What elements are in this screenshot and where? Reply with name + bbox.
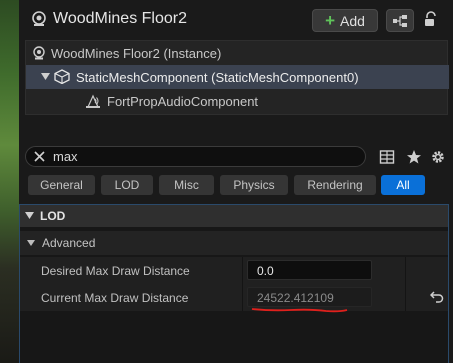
lock-icon[interactable] xyxy=(423,11,439,27)
details-header: WoodMines Floor2 + Add xyxy=(19,0,453,40)
tree-item-label: StaticMeshComponent (StaticMeshComponent… xyxy=(76,70,359,85)
property-row-desired-max-draw-distance: Desired Max Draw Distance 0.0 xyxy=(20,257,448,284)
actor-icon xyxy=(32,11,46,26)
search-input[interactable]: max xyxy=(25,146,366,167)
tab-label: Physics xyxy=(233,178,275,192)
tab-physics[interactable]: Physics xyxy=(220,175,288,195)
tab-general[interactable]: General xyxy=(28,175,95,195)
audio-component-icon xyxy=(86,94,100,108)
tab-rendering[interactable]: Rendering xyxy=(294,175,376,195)
current-max-draw-distance-value: 24522.412109 xyxy=(247,287,372,307)
column-divider xyxy=(242,257,243,284)
tab-label: Misc xyxy=(174,178,199,192)
tab-label: All xyxy=(396,178,410,192)
filter-tabs: General LOD Misc Physics Rendering All xyxy=(28,175,448,196)
triangle-down-icon xyxy=(27,240,35,246)
tree-item-instance[interactable]: WoodMines Floor2 (Instance) xyxy=(26,41,449,65)
property-name: Desired Max Draw Distance xyxy=(41,264,190,278)
tree-item-label: FortPropAudioComponent xyxy=(107,94,259,109)
viewport-background xyxy=(0,0,19,363)
column-divider xyxy=(405,284,406,311)
tab-misc[interactable]: Misc xyxy=(159,175,214,195)
triangle-down-icon xyxy=(25,212,34,219)
actor-icon xyxy=(33,46,45,60)
plus-icon: + xyxy=(325,11,335,30)
property-name: Current Max Draw Distance xyxy=(41,291,189,305)
subcategory-header-advanced[interactable]: Advanced xyxy=(20,231,448,255)
subcategory-label: Advanced xyxy=(42,236,96,250)
table-view-icon[interactable] xyxy=(379,149,395,165)
desired-max-draw-distance-input[interactable]: 0.0 xyxy=(247,260,372,280)
tree-item-label: WoodMines Floor2 (Instance) xyxy=(51,46,222,61)
column-divider xyxy=(405,257,406,284)
details-section: LOD Advanced Desired Max Draw Distance 0… xyxy=(19,204,449,363)
annotation-underline xyxy=(251,308,348,313)
details-panel: WoodMines Floor2 + Add WoodMines Floor2 … xyxy=(19,0,453,363)
tab-label: General xyxy=(40,178,83,192)
triangle-down-icon[interactable] xyxy=(41,73,50,81)
star-icon[interactable] xyxy=(406,149,422,165)
property-row-current-max-draw-distance: Current Max Draw Distance 24522.412109 xyxy=(20,284,448,311)
tab-label: Rendering xyxy=(307,178,363,192)
actor-title: WoodMines Floor2 xyxy=(53,10,187,27)
tree-item-audio[interactable]: FortPropAudioComponent xyxy=(26,89,449,113)
tab-lod[interactable]: LOD xyxy=(101,175,153,195)
static-mesh-icon xyxy=(54,69,70,84)
category-header-lod[interactable]: LOD xyxy=(20,205,448,227)
add-component-button[interactable]: + Add xyxy=(312,9,378,32)
tree-item-static-mesh[interactable]: StaticMeshComponent (StaticMeshComponent… xyxy=(26,65,449,89)
blueprint-button[interactable] xyxy=(386,9,414,32)
tab-label: LOD xyxy=(114,178,140,192)
component-tree: WoodMines Floor2 (Instance) StaticMeshCo… xyxy=(25,40,449,115)
tab-all[interactable]: All xyxy=(381,175,425,195)
gear-icon[interactable] xyxy=(430,149,446,165)
blueprint-icon xyxy=(393,14,407,27)
close-icon[interactable] xyxy=(33,150,46,163)
category-label: LOD xyxy=(40,209,66,223)
add-button-label: Add xyxy=(340,12,365,29)
column-divider xyxy=(242,284,243,311)
search-value: max xyxy=(53,149,78,164)
reset-arrow-icon[interactable] xyxy=(430,290,444,304)
